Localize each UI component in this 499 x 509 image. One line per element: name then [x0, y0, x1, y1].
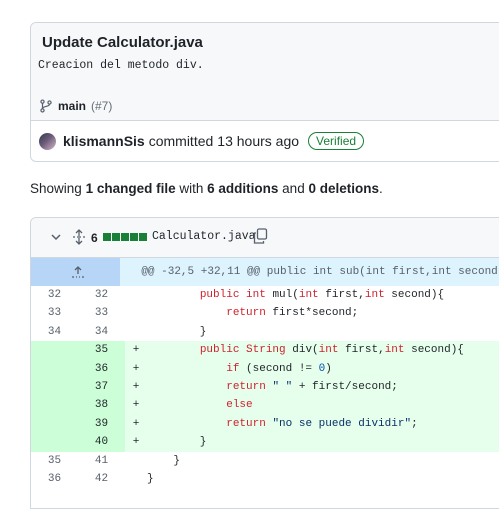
new-line-number[interactable]: 34: [78, 323, 125, 341]
code-line: return " " + first/second;: [226, 380, 398, 393]
diffstat-bar: [103, 233, 147, 241]
diff-line: 38 + else: [31, 396, 499, 415]
diff-marker: +: [132, 362, 140, 375]
commit-box: Update Calculator.java Creacion del meto…: [30, 22, 499, 162]
commit-time: 13 hours ago: [217, 133, 300, 149]
new-line-number[interactable]: 36: [78, 359, 125, 378]
diff-marker: [125, 470, 147, 488]
expand-up-button[interactable]: [31, 258, 121, 286]
commit-author-row: klismannSis committed 13 hours ago Verif…: [39, 132, 365, 150]
new-line-number[interactable]: 39: [78, 414, 125, 434]
summary-additions: 6 additions: [207, 181, 279, 196]
diff-marker: [125, 452, 147, 470]
new-line-number[interactable]: 32: [78, 286, 125, 304]
old-line-number[interactable]: 33: [31, 304, 78, 322]
git-branch-icon: [40, 99, 52, 113]
summary-files: 1 changed file: [85, 181, 176, 196]
file-diff: 6 Calculator.java @@ -32,5 +32,11 @@ pub…: [30, 217, 499, 509]
new-line-number[interactable]: 38: [78, 396, 125, 415]
new-line-number[interactable]: 40: [78, 433, 125, 452]
author-name[interactable]: klismannSis: [63, 133, 145, 149]
diff-line: 36 42}: [31, 470, 499, 488]
diff-marker: +: [132, 417, 140, 430]
branch-link[interactable]: main (#7): [39, 99, 112, 113]
verified-badge[interactable]: Verified: [308, 132, 365, 150]
diff-line: 39 + return "no se puede dividir";: [31, 414, 499, 434]
commit-description: Creacion del metodo div.: [38, 59, 204, 72]
new-line-number[interactable]: 35: [78, 341, 125, 360]
summary-and: and: [282, 181, 305, 196]
summary-suffix: .: [379, 181, 383, 196]
code-line: public String div(int first,int second){: [199, 344, 464, 357]
diffstat-block: [139, 233, 147, 241]
old-line-number[interactable]: [31, 414, 78, 434]
diffstat-block: [112, 233, 120, 241]
diff-line: 35 + public String div(int first,int seco…: [31, 341, 499, 360]
old-line-number[interactable]: [31, 396, 78, 415]
summary-deletions: 0 deletions: [308, 181, 379, 196]
diff-lines: 32 32 public int mul(int first,int second…: [31, 286, 499, 488]
diffstat-block: [103, 233, 111, 241]
diff-marker: [125, 323, 147, 341]
old-line-number[interactable]: 32: [31, 286, 78, 304]
code-line: }: [147, 472, 154, 485]
diff-line: 40 + }: [31, 433, 499, 452]
diff-line: 34 34 }: [31, 323, 499, 341]
old-line-number[interactable]: 36: [31, 470, 78, 488]
code-line: }: [147, 454, 181, 467]
new-line-number[interactable]: 41: [78, 452, 125, 470]
expand-all-icon[interactable]: [72, 229, 86, 245]
committed-label: committed: [148, 133, 214, 149]
commit-header: Update Calculator.java Creacion del meto…: [31, 23, 499, 121]
commit-title: Update Calculator.java: [42, 34, 203, 51]
file-header: 6 Calculator.java: [31, 218, 499, 258]
new-line-number[interactable]: 37: [78, 377, 125, 397]
diff-line: 37 + return " " + first/second;: [31, 377, 499, 397]
new-line-number[interactable]: 42: [78, 470, 125, 488]
summary-with: with: [179, 181, 204, 196]
diffstat-block: [121, 233, 129, 241]
old-line-number[interactable]: 34: [31, 323, 78, 341]
new-line-number[interactable]: 33: [78, 304, 125, 322]
code-line: }: [147, 325, 207, 338]
expand-up-icon: [72, 266, 84, 278]
branch-name[interactable]: main: [58, 99, 86, 113]
pr-number[interactable]: (#7): [91, 99, 112, 113]
avatar[interactable]: [39, 132, 56, 150]
old-line-number[interactable]: [31, 433, 78, 452]
diff-marker: +: [132, 436, 140, 449]
diff-marker: [125, 286, 147, 304]
change-count: 6: [91, 231, 98, 245]
diff-line: 33 33 return first*second;: [31, 304, 499, 322]
diffstat-block: [130, 233, 138, 241]
hunk-header: @@ -32,5 +32,11 @@ public int sub(int fi…: [31, 258, 499, 286]
old-line-number[interactable]: 35: [31, 452, 78, 470]
old-line-number[interactable]: [31, 359, 78, 378]
diff-marker: +: [132, 399, 140, 412]
file-name[interactable]: Calculator.java: [152, 230, 256, 243]
copy-icon[interactable]: [253, 228, 268, 244]
code-line: if (second != 0): [226, 362, 332, 375]
code-line: }: [147, 436, 207, 449]
old-line-number[interactable]: [31, 341, 78, 360]
code-line: else: [226, 399, 253, 412]
diff-marker: [125, 304, 147, 322]
diff-summary: Showing 1 changed file with 6 additions …: [30, 181, 383, 196]
diff-marker: +: [132, 344, 140, 357]
diff-line: 32 32 public int mul(int first,int second…: [31, 286, 499, 304]
summary-prefix: Showing: [30, 181, 82, 196]
hunk-text: @@ -32,5 +32,11 @@ public int sub(int fi…: [120, 258, 499, 286]
diff-marker: +: [132, 380, 140, 393]
code-line: return first*second;: [226, 307, 359, 320]
code-line: return "no se puede dividir";: [226, 417, 418, 430]
code-line: public int mul(int first,int second){: [199, 289, 445, 301]
diff-line: 36 + if (second != 0): [31, 359, 499, 378]
diff-line: 35 41 }: [31, 452, 499, 470]
chevron-down-icon[interactable]: [50, 231, 62, 243]
old-line-number[interactable]: [31, 377, 78, 397]
